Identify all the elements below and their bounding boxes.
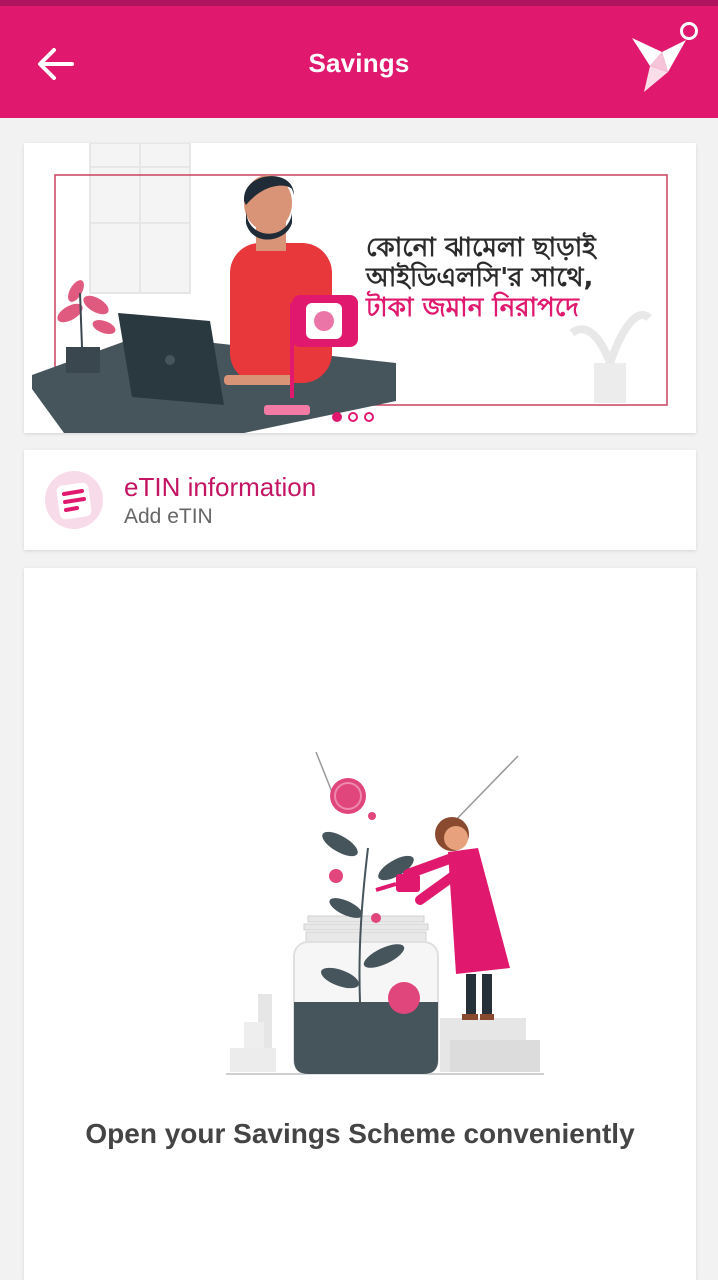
banner-line-2: আইডিএলসি'র সাথে,	[366, 263, 594, 293]
origami-bird-icon[interactable]	[628, 32, 688, 96]
banner-headline: কোনো ঝামেলা ছাড়াই আইডিএলসি'র সাথে, টাকা…	[366, 233, 676, 323]
notification-ring-icon[interactable]	[680, 22, 698, 40]
banner-line-1: কোনো ঝামেলা ছাড়াই	[366, 233, 596, 263]
etin-subtitle: Add eTIN	[124, 505, 213, 528]
carousel-dot-1[interactable]	[332, 412, 342, 422]
savings-scheme-card[interactable]: Open your Savings Scheme conveniently	[24, 568, 696, 1280]
savings-caption: Open your Savings Scheme conveniently	[85, 1118, 635, 1149]
carousel-dot-2[interactable]	[348, 412, 358, 422]
etin-title: eTIN information	[124, 472, 317, 502]
promo-banner-carousel[interactable]: কোনো ঝামেলা ছাড়াই আইডিএলসি'র সাথে, টাকা…	[24, 143, 696, 433]
etin-information-card[interactable]: eTIN information Add eTIN	[24, 450, 696, 550]
document-lines-icon	[45, 471, 103, 529]
carousel-dot-3[interactable]	[364, 412, 374, 422]
savings-illustration	[226, 751, 544, 1075]
carousel-pagination	[332, 412, 374, 422]
app-bar: Savings	[0, 6, 718, 118]
page-title: Savings	[308, 48, 410, 78]
banner-line-3: টাকা জমান নিরাপদে	[366, 293, 579, 323]
